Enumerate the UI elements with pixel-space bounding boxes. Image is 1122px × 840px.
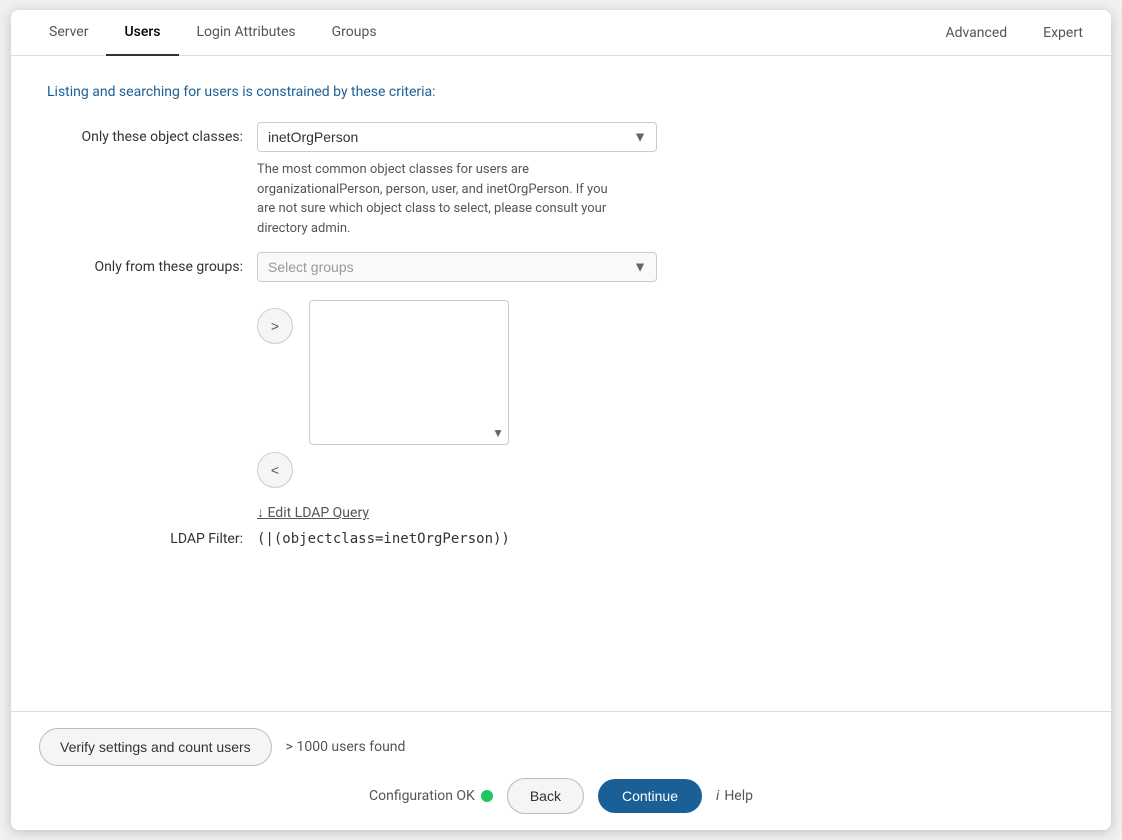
tab-expert[interactable]: Expert (1035, 11, 1091, 55)
bottom-bar: Verify settings and count users > 1000 u… (11, 711, 1111, 830)
users-found-text: > 1000 users found (286, 739, 406, 755)
tab-bar: Server Users Login Attributes Groups Adv… (11, 10, 1111, 56)
tab-groups[interactable]: Groups (314, 10, 395, 56)
object-class-select-wrapper: inetOrgPerson ▼ (257, 122, 657, 152)
object-class-label: Only these object classes: (47, 122, 257, 145)
back-button[interactable]: Back (507, 778, 584, 814)
tab-bar-right: Advanced Expert (937, 11, 1091, 55)
object-class-help-text: The most common object classes for users… (257, 160, 617, 238)
ldap-filter-value: (|(objectclass=inetOrgPerson)) (257, 531, 510, 547)
transfer-buttons: > < (257, 308, 301, 488)
edit-ldap-link[interactable]: ↓ Edit LDAP Query (257, 504, 1075, 521)
config-ok-label: Configuration OK (369, 788, 475, 804)
help-link[interactable]: i Help (716, 788, 753, 804)
content-area: Listing and searching for users is const… (11, 56, 1111, 711)
ldap-filter-row: LDAP Filter: (|(objectclass=inetOrgPerso… (47, 531, 1075, 547)
tab-users[interactable]: Users (106, 10, 178, 56)
bottom-bottom-row: Configuration OK Back Continue i Help (39, 778, 1083, 814)
groups-row: Only from these groups: Select groups ▼ (47, 252, 1075, 282)
tab-login-attributes[interactable]: Login Attributes (179, 10, 314, 56)
object-class-control-area: inetOrgPerson ▼ The most common object c… (257, 122, 1075, 238)
ldap-filter-label: LDAP Filter: (47, 531, 257, 547)
help-label: Help (724, 788, 753, 804)
list-box-arrow: ▼ (492, 426, 504, 440)
move-right-button[interactable]: > (257, 308, 293, 344)
object-class-select[interactable]: inetOrgPerson (257, 122, 657, 152)
continue-button[interactable]: Continue (598, 779, 702, 813)
bottom-top-row: Verify settings and count users > 1000 u… (39, 728, 1083, 766)
tab-server[interactable]: Server (31, 10, 106, 56)
groups-select-wrapper: Select groups ▼ (257, 252, 657, 282)
groups-select[interactable]: Select groups (257, 252, 657, 282)
object-class-row: Only these object classes: inetOrgPerson… (47, 122, 1075, 238)
help-icon: i (716, 788, 719, 804)
config-ok-indicator (481, 790, 493, 802)
group-transfer-area: > < ▼ (257, 300, 1075, 488)
groups-control-area: Select groups ▼ (257, 252, 1075, 282)
constraint-info: Listing and searching for users is const… (47, 84, 1075, 100)
verify-button[interactable]: Verify settings and count users (39, 728, 272, 766)
main-window: Server Users Login Attributes Groups Adv… (11, 10, 1111, 830)
edit-ldap-anchor[interactable]: ↓ Edit LDAP Query (257, 505, 369, 521)
groups-label: Only from these groups: (47, 252, 257, 275)
move-left-button[interactable]: < (257, 452, 293, 488)
tab-advanced[interactable]: Advanced (937, 11, 1015, 55)
tab-bar-left: Server Users Login Attributes Groups (31, 10, 937, 55)
groups-list-box[interactable]: ▼ (309, 300, 509, 445)
config-ok-area: Configuration OK (369, 788, 493, 804)
